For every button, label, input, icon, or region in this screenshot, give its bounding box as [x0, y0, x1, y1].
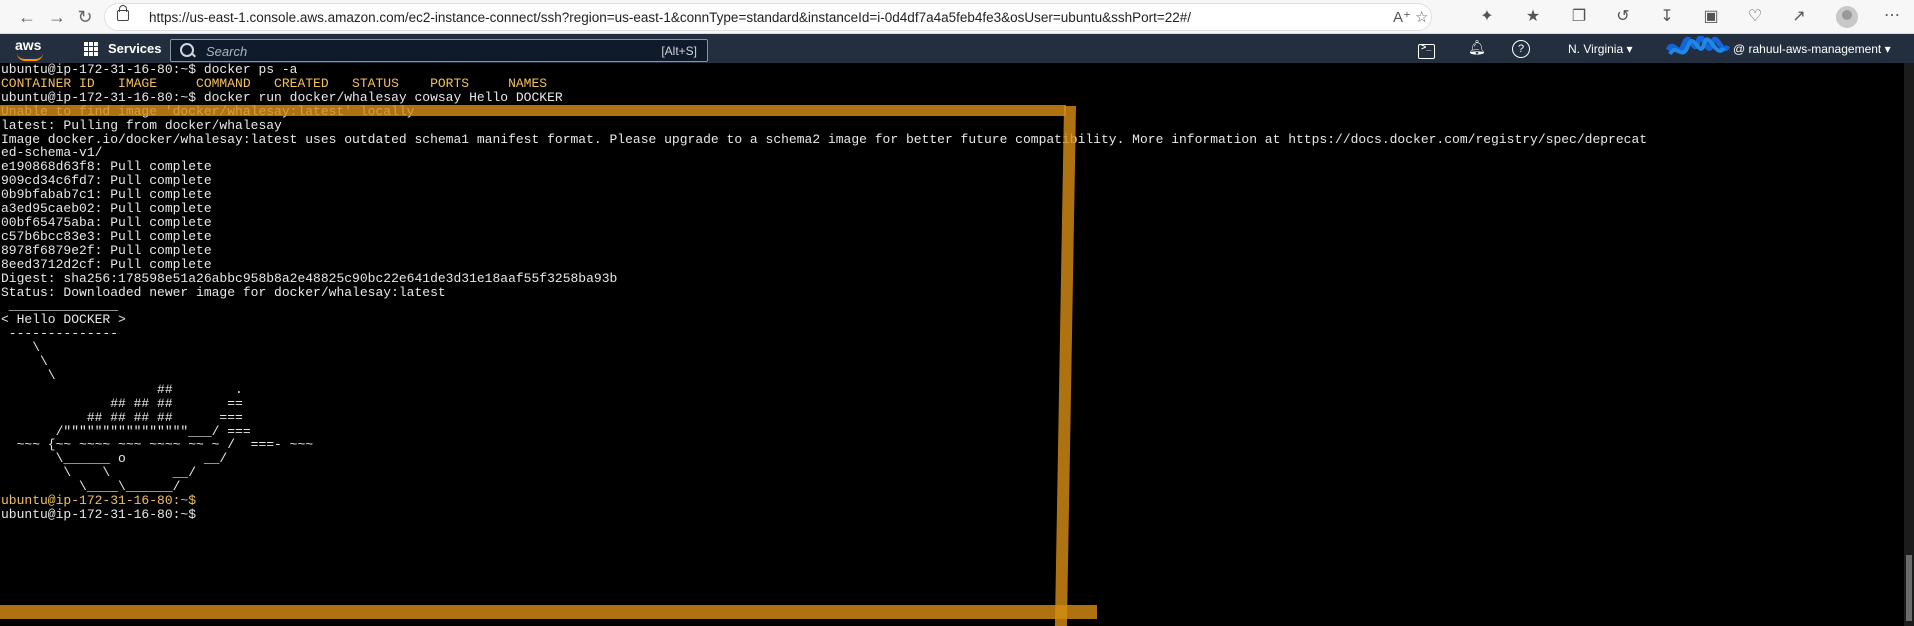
- terminal-line: 8eed3712d2cf: Pull complete: [1, 256, 212, 272]
- terminal-line: Image docker.io/docker/whalesay:latest u…: [1, 131, 1648, 147]
- terminal-scroll-thumb[interactable]: [1906, 555, 1912, 621]
- forward-icon[interactable]: →: [46, 6, 68, 28]
- profile-avatar[interactable]: [1836, 6, 1858, 28]
- collections-icon[interactable]: ❐: [1568, 6, 1590, 28]
- terminal-line: ## ## ## ## ===: [1, 409, 243, 425]
- lock-icon[interactable]: [117, 5, 129, 21]
- terminal-line: 8978f6879e2f: Pull complete: [1, 242, 212, 258]
- terminal-line: ed-schema-v1/: [1, 145, 103, 161]
- terminal-line: Digest: sha256:178598e51a26abbc958b8a2e4…: [1, 270, 618, 286]
- account-menu[interactable]: @ rahuul-aws-management ▾: [1733, 42, 1891, 56]
- terminal-line: ubuntu@ip-172-31-16-80:~$ docker run doc…: [1, 89, 563, 105]
- terminal-line: \: [1, 367, 56, 383]
- services-grid-icon[interactable]: [84, 42, 98, 56]
- favorites-icon[interactable]: ★: [1522, 6, 1544, 28]
- downloads-icon[interactable]: ↧: [1656, 6, 1678, 28]
- help-icon[interactable]: ?: [1512, 40, 1530, 58]
- search-shortcut: [Alt+S]: [661, 44, 697, 58]
- terminal-line: ## ## ## ==: [1, 395, 243, 411]
- terminal-line: ubuntu@ip-172-31-16-80:~$: [1, 507, 197, 522]
- share-icon[interactable]: ↗: [1788, 6, 1810, 28]
- terminal-line: 0b9bfabab7c1: Pull complete: [1, 187, 212, 203]
- extensions-icon[interactable]: ✦: [1476, 6, 1498, 28]
- redacted-scribble: [1666, 36, 1730, 56]
- aws-logo-text: aws: [15, 37, 42, 53]
- url-text[interactable]: https://us-east-1.console.aws.amazon.com…: [149, 10, 1191, 25]
- more-menu-icon[interactable]: ⋯: [1884, 5, 1900, 25]
- aws-top-nav: aws Services Search [Alt+S] 🔔︎ ? N. Virg…: [0, 34, 1914, 63]
- terminal-line: 909cd34c6fd7: Pull complete: [1, 173, 212, 189]
- terminal-line: CONTAINER ID IMAGE COMMAND CREATED STATU…: [1, 75, 548, 91]
- terminal-line: < Hello DOCKER >: [1, 312, 126, 328]
- terminal-line: 00bf65475aba: Pull complete: [1, 214, 212, 230]
- address-bar[interactable]: https://us-east-1.console.aws.amazon.com…: [104, 3, 1432, 31]
- terminal-line: ubuntu@ip-172-31-16-80:~$: [1, 493, 197, 509]
- back-icon[interactable]: ←: [16, 6, 38, 28]
- ssh-terminal[interactable]: ubuntu@ip-172-31-16-80:~$ docker ps -a C…: [0, 63, 1904, 626]
- read-aloud-icon[interactable]: A⁺: [1393, 8, 1411, 26]
- terminal-line: /""""""""""""""""___/ ===: [1, 423, 251, 439]
- terminal-line: e190868d63f8: Pull complete: [1, 159, 212, 175]
- aws-smile-icon: [17, 53, 43, 61]
- services-menu[interactable]: Services: [108, 41, 162, 56]
- region-selector[interactable]: N. Virginia ▾: [1568, 42, 1633, 56]
- search-placeholder: Search: [206, 44, 248, 59]
- search-input[interactable]: Search [Alt+S]: [170, 39, 708, 62]
- notifications-bell-icon[interactable]: 🔔︎: [1468, 39, 1486, 56]
- annotation-bottom-bar: [0, 605, 1097, 619]
- terminal-line: \____\______/: [1, 479, 181, 495]
- terminal-line: ______________: [1, 298, 119, 314]
- browser-toolbar: ← → ↻ https://us-east-1.console.aws.amaz…: [0, 0, 1914, 34]
- terminal-line: c57b6bcc83e3: Pull complete: [1, 228, 212, 244]
- terminal-output: ubuntu@ip-172-31-16-80:~$ docker ps -a C…: [0, 63, 1904, 522]
- terminal-line: Status: Downloaded newer image for docke…: [1, 284, 446, 300]
- search-icon: [180, 43, 194, 57]
- terminal-line: \: [1, 354, 48, 370]
- annotation-top-bar: [0, 105, 1066, 116]
- reload-icon[interactable]: ↻: [74, 6, 96, 28]
- web-capture-icon[interactable]: ▣: [1700, 6, 1722, 28]
- terminal-line: --------------: [1, 326, 119, 342]
- terminal-scrollbar[interactable]: [1904, 63, 1914, 626]
- aws-logo[interactable]: aws: [15, 37, 43, 61]
- terminal-line: \: [1, 340, 41, 356]
- terminal-line: ~~~ {~~ ~~~~ ~~~ ~~~~ ~~ ~ / ===- ~~~: [1, 437, 314, 453]
- cloudshell-icon[interactable]: [1418, 42, 1435, 59]
- history-icon[interactable]: ↺: [1612, 6, 1634, 28]
- terminal-line: \______ o __/: [1, 451, 228, 467]
- terminal-line: ## .: [1, 381, 243, 397]
- terminal-line: a3ed95caeb02: Pull complete: [1, 201, 212, 217]
- terminal-line: ubuntu@ip-172-31-16-80:~$ docker ps -a: [1, 63, 298, 77]
- terminal-line: latest: Pulling from docker/whalesay: [1, 117, 282, 133]
- favorite-add-icon[interactable]: ☆: [1415, 8, 1428, 26]
- browser-essentials-icon[interactable]: ♡: [1744, 6, 1766, 28]
- terminal-line: \ \ __/: [1, 465, 197, 481]
